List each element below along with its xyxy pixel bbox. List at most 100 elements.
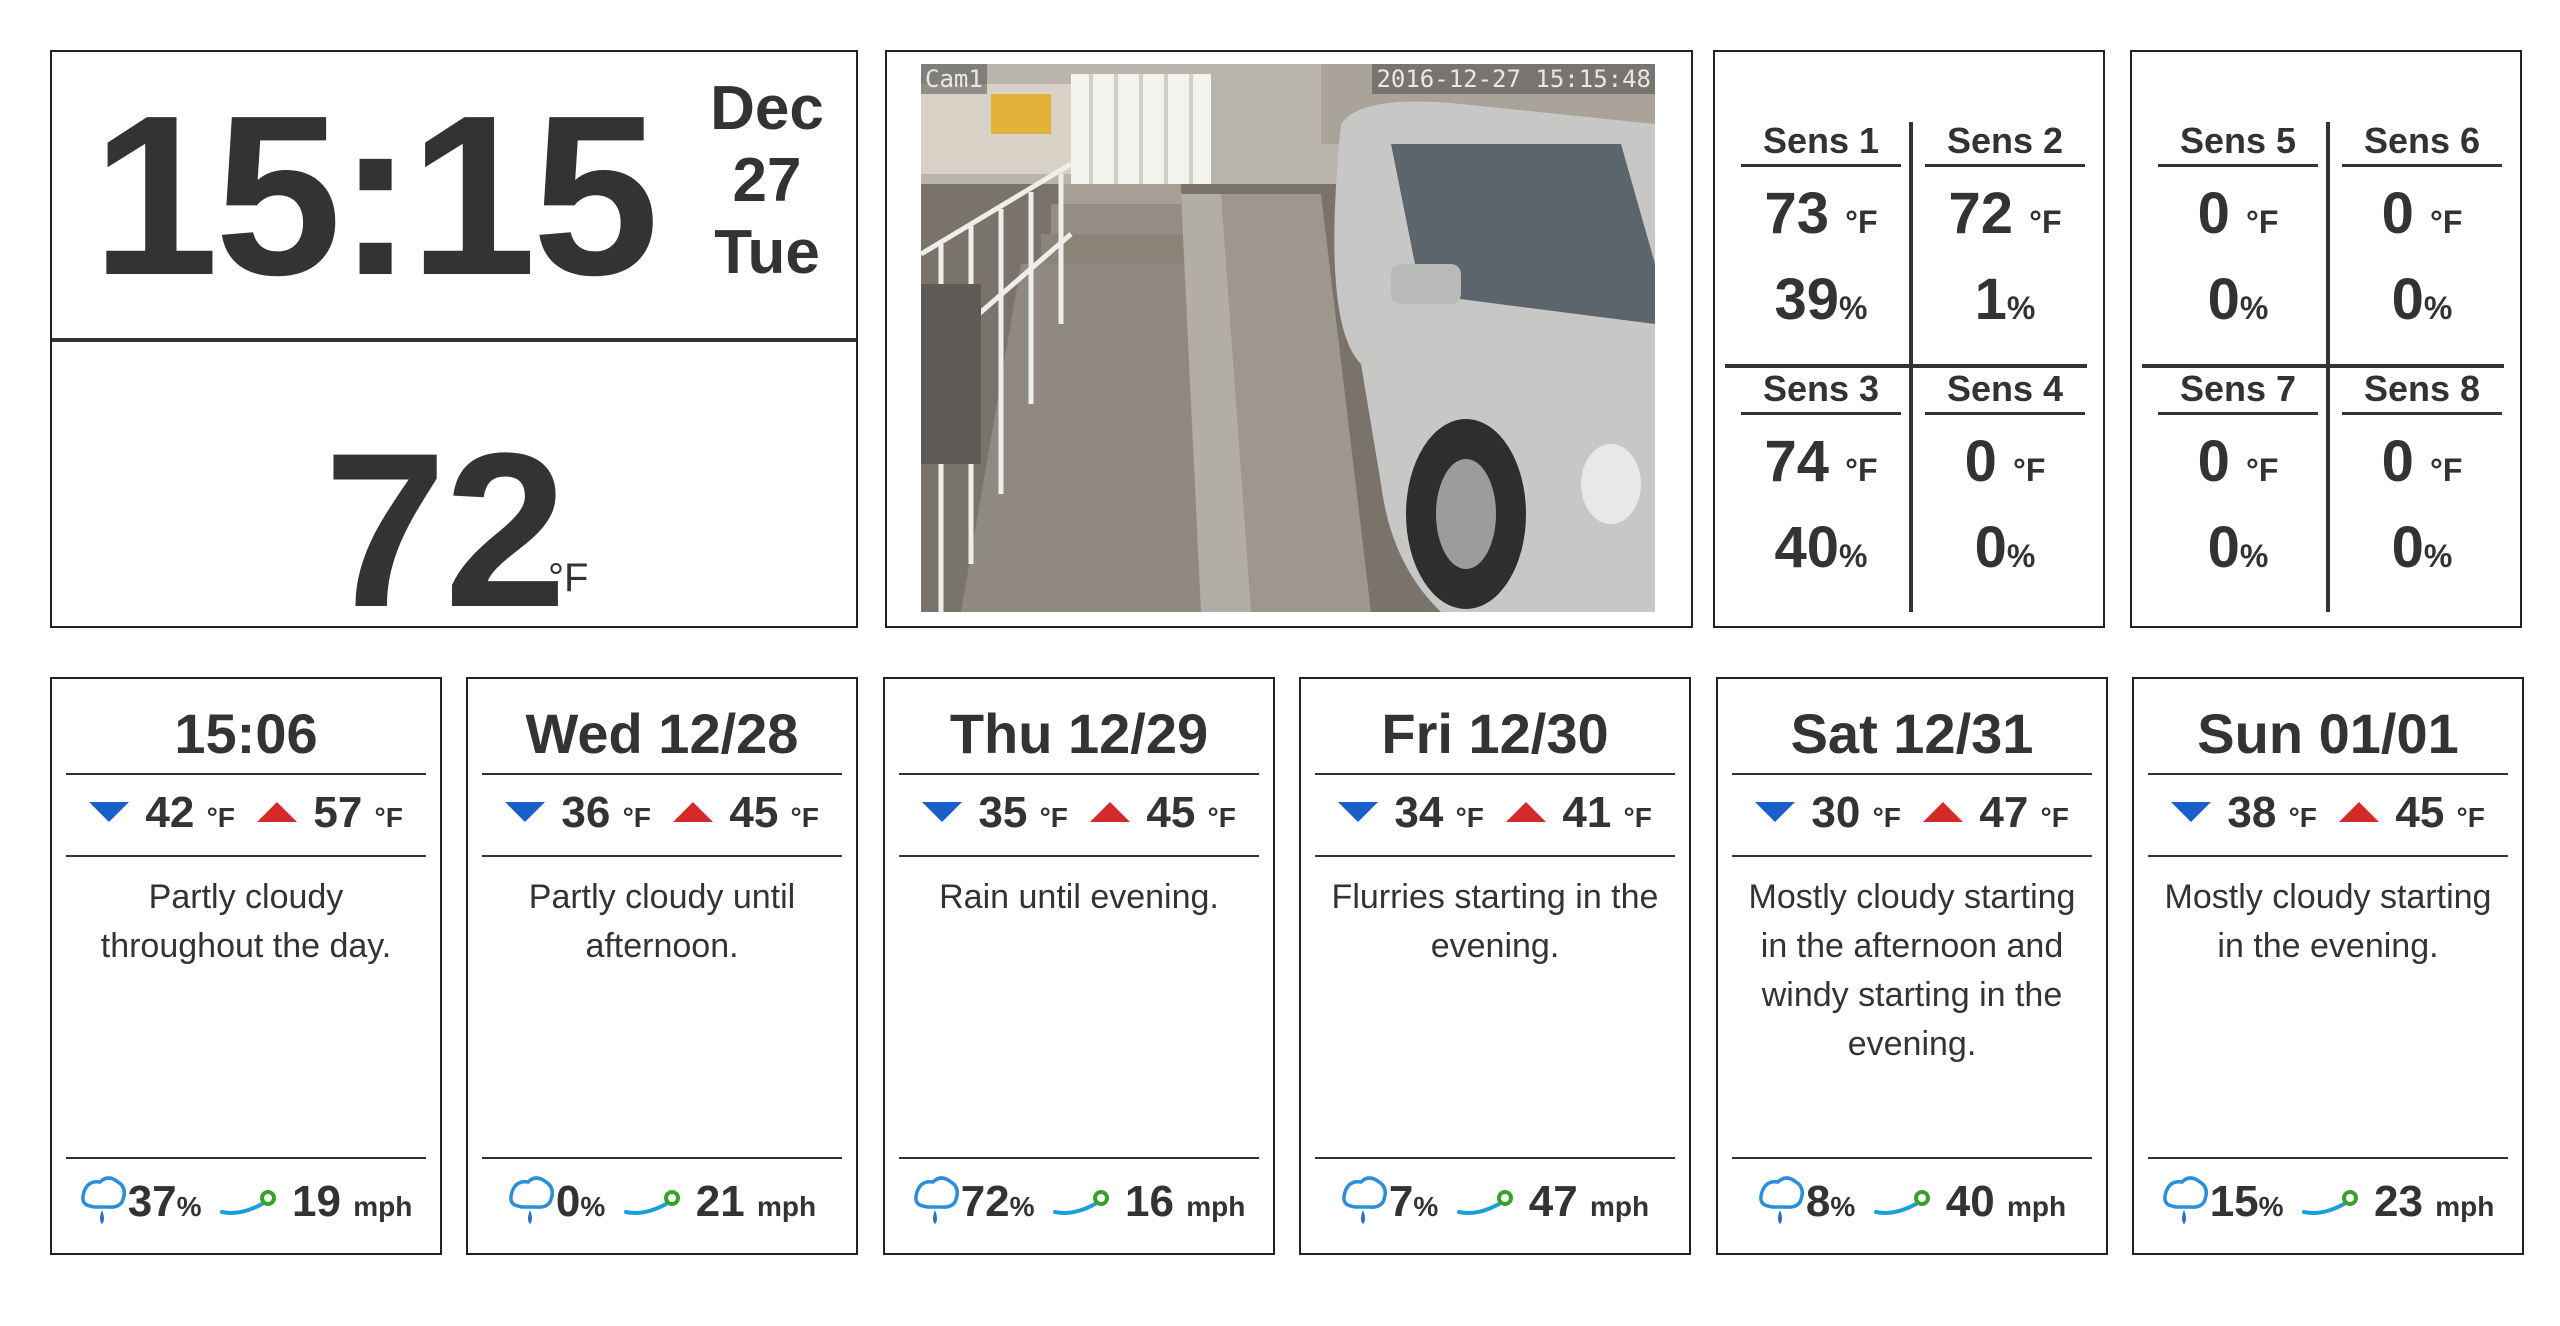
forecast-divider [1732, 855, 2092, 857]
forecast-temps: 30 °F 47 °F [1718, 787, 2106, 844]
raincloud-icon [509, 1176, 554, 1225]
sensor-humidity: 0% [2391, 515, 2453, 580]
temp-unit: °F [1207, 802, 1236, 833]
sensor-humidity: 39% [1774, 267, 1868, 332]
forecast-high: 47 [1979, 788, 2029, 837]
triangle-down-icon [89, 802, 130, 823]
forecast-summary: Partly cloudy until afternoon. [528, 878, 796, 965]
sensor-name: Sens 6 [2342, 120, 2502, 167]
triangle-up-icon [1090, 802, 1131, 823]
camera-timestamp: 2016-12-27 15:15:48 [1372, 64, 1655, 94]
forecast-precip: 0 [555, 1177, 581, 1226]
forecast-precip-wind: 15% 23 mph [2134, 1167, 2522, 1237]
temp-unit: °F [2040, 802, 2069, 833]
percent-unit: % [1413, 1191, 1439, 1222]
camera-feed-image[interactable]: Cam1 2016-12-27 15:15:48 [921, 64, 1655, 612]
forecast-divider [899, 855, 1259, 857]
sensor-temperature: 0 °F [1964, 429, 2046, 494]
forecast-high: 45 [1146, 788, 1196, 837]
triangle-down-icon [2171, 802, 2212, 823]
sensor-5: Sens 5 0 °F 0% [2158, 120, 2318, 341]
forecast-temps: 34 °F 41 °F [1301, 787, 1689, 844]
forecast-temps: 36 °F 45 °F [468, 787, 856, 844]
forecast-summary: Partly cloudy throughout the day. [100, 878, 392, 965]
percent-unit: % [2258, 1191, 2284, 1222]
forecast-wind: 19 [292, 1177, 341, 1226]
temp-unit: °F [790, 802, 819, 833]
temp-unit: °F [1039, 802, 1068, 833]
forecast-precip: 7 [1388, 1177, 1414, 1226]
raincloud-icon [1759, 1176, 1804, 1225]
temp-unit: °F [374, 802, 403, 833]
triangle-down-icon [1338, 802, 1379, 823]
forecast-temps: 42 °F 57 °F [52, 787, 440, 844]
triangle-down-icon [505, 802, 546, 823]
forecast-card-4: Fri 12/30 34 °F 41 °F Flurries starting … [1299, 677, 1691, 1255]
wind-unit: mph [2006, 1191, 2067, 1222]
triangle-up-icon [1506, 802, 1547, 823]
temp-unit: °F [622, 802, 651, 833]
forecast-divider [1315, 773, 1675, 775]
forecast-divider [482, 773, 842, 775]
sensor-name: Sens 4 [1925, 368, 2085, 415]
clock-divider [52, 338, 856, 342]
percent-unit: % [176, 1191, 202, 1222]
sensor-humidity: 0% [2391, 267, 2453, 332]
wind-icon [623, 1190, 680, 1216]
forecast-divider [899, 1157, 1259, 1159]
triangle-up-icon [2339, 802, 2380, 823]
forecast-divider [482, 855, 842, 857]
forecast-precip-wind: 72% 16 mph [885, 1167, 1273, 1237]
raincloud-icon [913, 1176, 959, 1225]
forecast-wind: 40 [1945, 1177, 1995, 1226]
sensor-panel-2: Sens 5 0 °F 0% Sens 6 0 °F 0% Sens 7 0 °… [2130, 50, 2522, 628]
forecast-divider [1315, 1157, 1675, 1159]
sensor-temperature: 0 °F [2381, 429, 2463, 494]
sensor-name: Sens 5 [2158, 120, 2318, 167]
forecast-precip-wind: 0% 21 mph [468, 1167, 856, 1237]
forecast-low: 38 [2227, 788, 2277, 837]
forecast-precip: 15 [2209, 1177, 2259, 1226]
sensor-3: Sens 3 74 °F 40% [1741, 368, 1901, 589]
forecast-low: 30 [1811, 788, 1861, 837]
temp-unit: °F [1872, 802, 1901, 833]
forecast-precip: 37 [127, 1177, 177, 1226]
sensor-6: Sens 6 0 °F 0% [2342, 120, 2502, 341]
wind-icon [219, 1190, 276, 1216]
sensor-temperature: 73 °F [1764, 181, 1878, 246]
sensor-name: Sens 3 [1741, 368, 1901, 415]
forecast-card-6: Sun 01/01 38 °F 45 °F Mostly cloudy star… [2132, 677, 2524, 1255]
forecast-card-3: Thu 12/29 35 °F 45 °F Rain until evening… [883, 677, 1275, 1255]
sensor-7: Sens 7 0 °F 0% [2158, 368, 2318, 589]
forecast-card-5: Sat 12/31 30 °F 47 °F Mostly cloudy star… [1716, 677, 2108, 1255]
forecast-low: 42 [145, 788, 195, 837]
forecast-divider [899, 773, 1259, 775]
forecast-low: 34 [1394, 788, 1444, 837]
raincloud-icon [80, 1176, 126, 1225]
forecast-precip-wind: 37% 19 mph [52, 1167, 440, 1237]
wind-unit: mph [1186, 1191, 1246, 1222]
sensor-temperature: 0 °F [2381, 181, 2463, 246]
forecast-day-title: Sat 12/31 [1790, 702, 2034, 765]
wind-icon [1873, 1190, 1930, 1216]
forecast-day-title: Wed 12/28 [525, 702, 799, 765]
forecast-summary: Rain until evening. [939, 878, 1219, 916]
forecast-day-title: Thu 12/29 [949, 702, 1209, 765]
sensor-humidity: 0% [2207, 267, 2269, 332]
forecast-wind: 23 [2374, 1177, 2423, 1226]
forecast-temps: 38 °F 45 °F [2134, 787, 2522, 844]
sensor-8: Sens 8 0 °F 0% [2342, 368, 2502, 589]
forecast-card-1: 15:06 42 °F 57 °F Partly cloudy througho… [50, 677, 442, 1255]
sensor-humidity: 0% [2207, 515, 2269, 580]
sensor-name: Sens 8 [2342, 368, 2502, 415]
wind-unit: mph [353, 1191, 413, 1222]
wind-unit: mph [756, 1191, 817, 1222]
sensor-temperature: 72 °F [1948, 181, 2062, 246]
wind-unit: mph [1589, 1191, 1650, 1222]
forecast-divider [1732, 773, 2092, 775]
sensor-humidity: 0% [1974, 515, 2036, 580]
camera-scene [921, 64, 1655, 612]
forecast-precip-wind: 7% 47 mph [1301, 1167, 1689, 1237]
sensor-name: Sens 2 [1925, 120, 2085, 167]
forecast-summary: Mostly cloudy starting in the afternoon … [1748, 878, 2076, 1063]
